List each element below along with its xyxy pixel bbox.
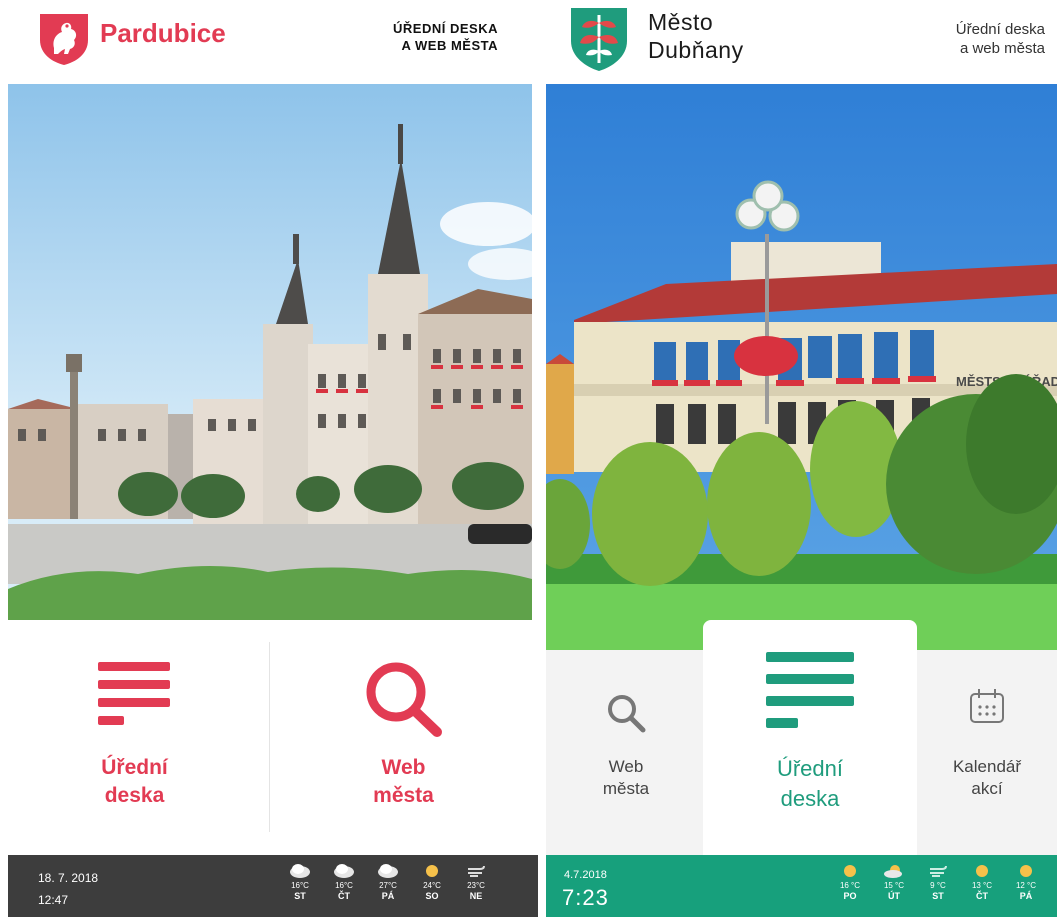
sun-icon bbox=[976, 865, 988, 877]
label-line2: města bbox=[602, 779, 650, 798]
sun-icon bbox=[1020, 865, 1032, 877]
partly-cloudy-icon bbox=[884, 865, 902, 878]
forecast-temp: 16°C bbox=[335, 881, 353, 890]
pardubice-screen: Pardubice ÚŘEDNÍ DESKA A WEB MĚSTA Úředn… bbox=[0, 0, 538, 917]
sun-icon bbox=[844, 865, 856, 877]
tile-city-web-label: Web města bbox=[269, 754, 538, 810]
search-icon bbox=[608, 695, 646, 733]
forecast-temp: 16 °C bbox=[839, 881, 861, 890]
current-time: 7:23 bbox=[562, 885, 609, 910]
forecast-day-name: PO bbox=[843, 891, 857, 901]
forecast-temp: 12 °C bbox=[1015, 881, 1037, 890]
forecast-temp: 27°C bbox=[379, 881, 397, 890]
forecast-temp: 24°C bbox=[423, 881, 441, 890]
tile-city-web[interactable]: Web města bbox=[269, 620, 538, 855]
town-hall-photo bbox=[8, 84, 532, 620]
action-tiles: Web města Úřední deska Kalendář akcí bbox=[546, 620, 1057, 855]
header-subtitle-line2: A WEB MĚSTA bbox=[401, 38, 498, 53]
forecast-temp: 15 °C bbox=[883, 881, 905, 890]
forecast-day-name: ST bbox=[932, 891, 944, 901]
status-bar: 18. 7. 2018 12:47 16°C ST 16°C ČT 27°C P… bbox=[8, 855, 538, 917]
dubnany-screen: Město Dubňany Úřední deska a web města M… bbox=[546, 0, 1057, 917]
label-line2: deska bbox=[104, 784, 165, 807]
forecast-day-name: ČT bbox=[338, 891, 350, 901]
forecast-day: 27°C PÁ bbox=[366, 863, 410, 901]
forecast-day: 9 °C ST bbox=[916, 863, 960, 901]
label-line1: Web bbox=[608, 757, 644, 776]
forecast-day: 12 °C PÁ bbox=[1004, 863, 1048, 901]
label-line2: deska bbox=[780, 786, 840, 811]
city-name: Pardubice bbox=[100, 18, 226, 48]
status-bar: 4.7.2018 7:23 16 °C PO 15 °C ÚT 9 °C ST … bbox=[546, 855, 1057, 917]
action-tiles: Úřední deska Web města bbox=[0, 620, 538, 855]
label-line1: Úřední bbox=[776, 756, 844, 781]
wind-icon bbox=[468, 865, 485, 877]
header-subtitle-line1: Úřední deska bbox=[955, 21, 1045, 38]
search-icon bbox=[366, 662, 442, 737]
forecast-day: 13 °C ČT bbox=[960, 863, 1004, 901]
label-line1: Kalendář bbox=[952, 757, 1022, 776]
document-list-icon bbox=[97, 662, 170, 725]
header: Pardubice ÚŘEDNÍ DESKA A WEB MĚSTA bbox=[0, 0, 538, 84]
city-name-line1: Město bbox=[648, 9, 714, 35]
current-date: 18. 7. 2018 bbox=[38, 871, 99, 885]
label-line2: akcí bbox=[971, 779, 1003, 798]
forecast-day: 24°C SO bbox=[410, 863, 454, 901]
forecast-day-name: ČT bbox=[976, 891, 988, 901]
label-line1: Web bbox=[381, 756, 426, 779]
tile-events-calendar[interactable]: Kalendář akcí bbox=[917, 650, 1057, 855]
tile-official-board[interactable]: Úřední deska bbox=[703, 620, 917, 855]
current-time: 12:47 bbox=[38, 893, 69, 907]
forecast-temp: 13 °C bbox=[971, 881, 993, 890]
tile-official-board-label: Úřední deska bbox=[0, 754, 269, 810]
city-name-line2: Dubňany bbox=[648, 37, 744, 63]
document-list-icon bbox=[766, 652, 854, 728]
forecast-day: 16°C ST bbox=[278, 863, 322, 901]
city-crest-logo bbox=[40, 14, 88, 65]
forecast-day: 23°C NE bbox=[454, 863, 498, 901]
current-date: 4.7.2018 bbox=[564, 869, 607, 881]
label-line1: Úřední bbox=[101, 756, 168, 779]
forecast-temp: 9 °C bbox=[930, 881, 946, 890]
forecast-day-name: NE bbox=[469, 891, 483, 901]
forecast-day: 16 °C PO bbox=[828, 863, 872, 901]
header-subtitle: Úřední deska a web města bbox=[956, 20, 1045, 58]
forecast-temp: 23°C bbox=[467, 881, 485, 890]
cloud-icon bbox=[290, 864, 310, 878]
forecast-day-name: SO bbox=[425, 891, 439, 901]
tile-official-board-label: Úřední deska bbox=[703, 754, 917, 814]
wind-icon bbox=[930, 865, 947, 877]
calendar-icon bbox=[970, 689, 1004, 723]
header: Město Dubňany Úřední deska a web města bbox=[546, 0, 1057, 84]
label-line2: města bbox=[373, 784, 434, 807]
header-subtitle-line1: ÚŘEDNÍ DESKA bbox=[393, 21, 498, 36]
forecast-day-name: ÚT bbox=[888, 891, 900, 901]
cloud-icon bbox=[334, 864, 354, 878]
cloud-icon bbox=[378, 864, 398, 878]
forecast-day: 15 °C ÚT bbox=[872, 863, 916, 901]
city-crest-logo bbox=[571, 8, 627, 71]
tile-city-web-label: Web města bbox=[546, 756, 706, 800]
tile-events-calendar-label: Kalendář akcí bbox=[917, 756, 1057, 800]
town-office-photo: MĚSTSKÝ ÚŘAD bbox=[546, 84, 1057, 654]
sun-icon bbox=[426, 865, 438, 877]
tile-city-web[interactable]: Web města bbox=[546, 650, 706, 855]
forecast-day: 16°C ČT bbox=[322, 863, 366, 901]
forecast-day-name: PÁ bbox=[1019, 891, 1033, 901]
forecast-day-name: PÁ bbox=[381, 891, 395, 901]
city-name: Město Dubňany bbox=[648, 8, 744, 64]
header-subtitle: ÚŘEDNÍ DESKA A WEB MĚSTA bbox=[393, 20, 498, 54]
header-subtitle-line2: a web města bbox=[959, 40, 1045, 57]
forecast-temp: 16°C bbox=[291, 881, 309, 890]
forecast-day-name: ST bbox=[294, 891, 306, 901]
tile-official-board[interactable]: Úřední deska bbox=[0, 620, 269, 855]
